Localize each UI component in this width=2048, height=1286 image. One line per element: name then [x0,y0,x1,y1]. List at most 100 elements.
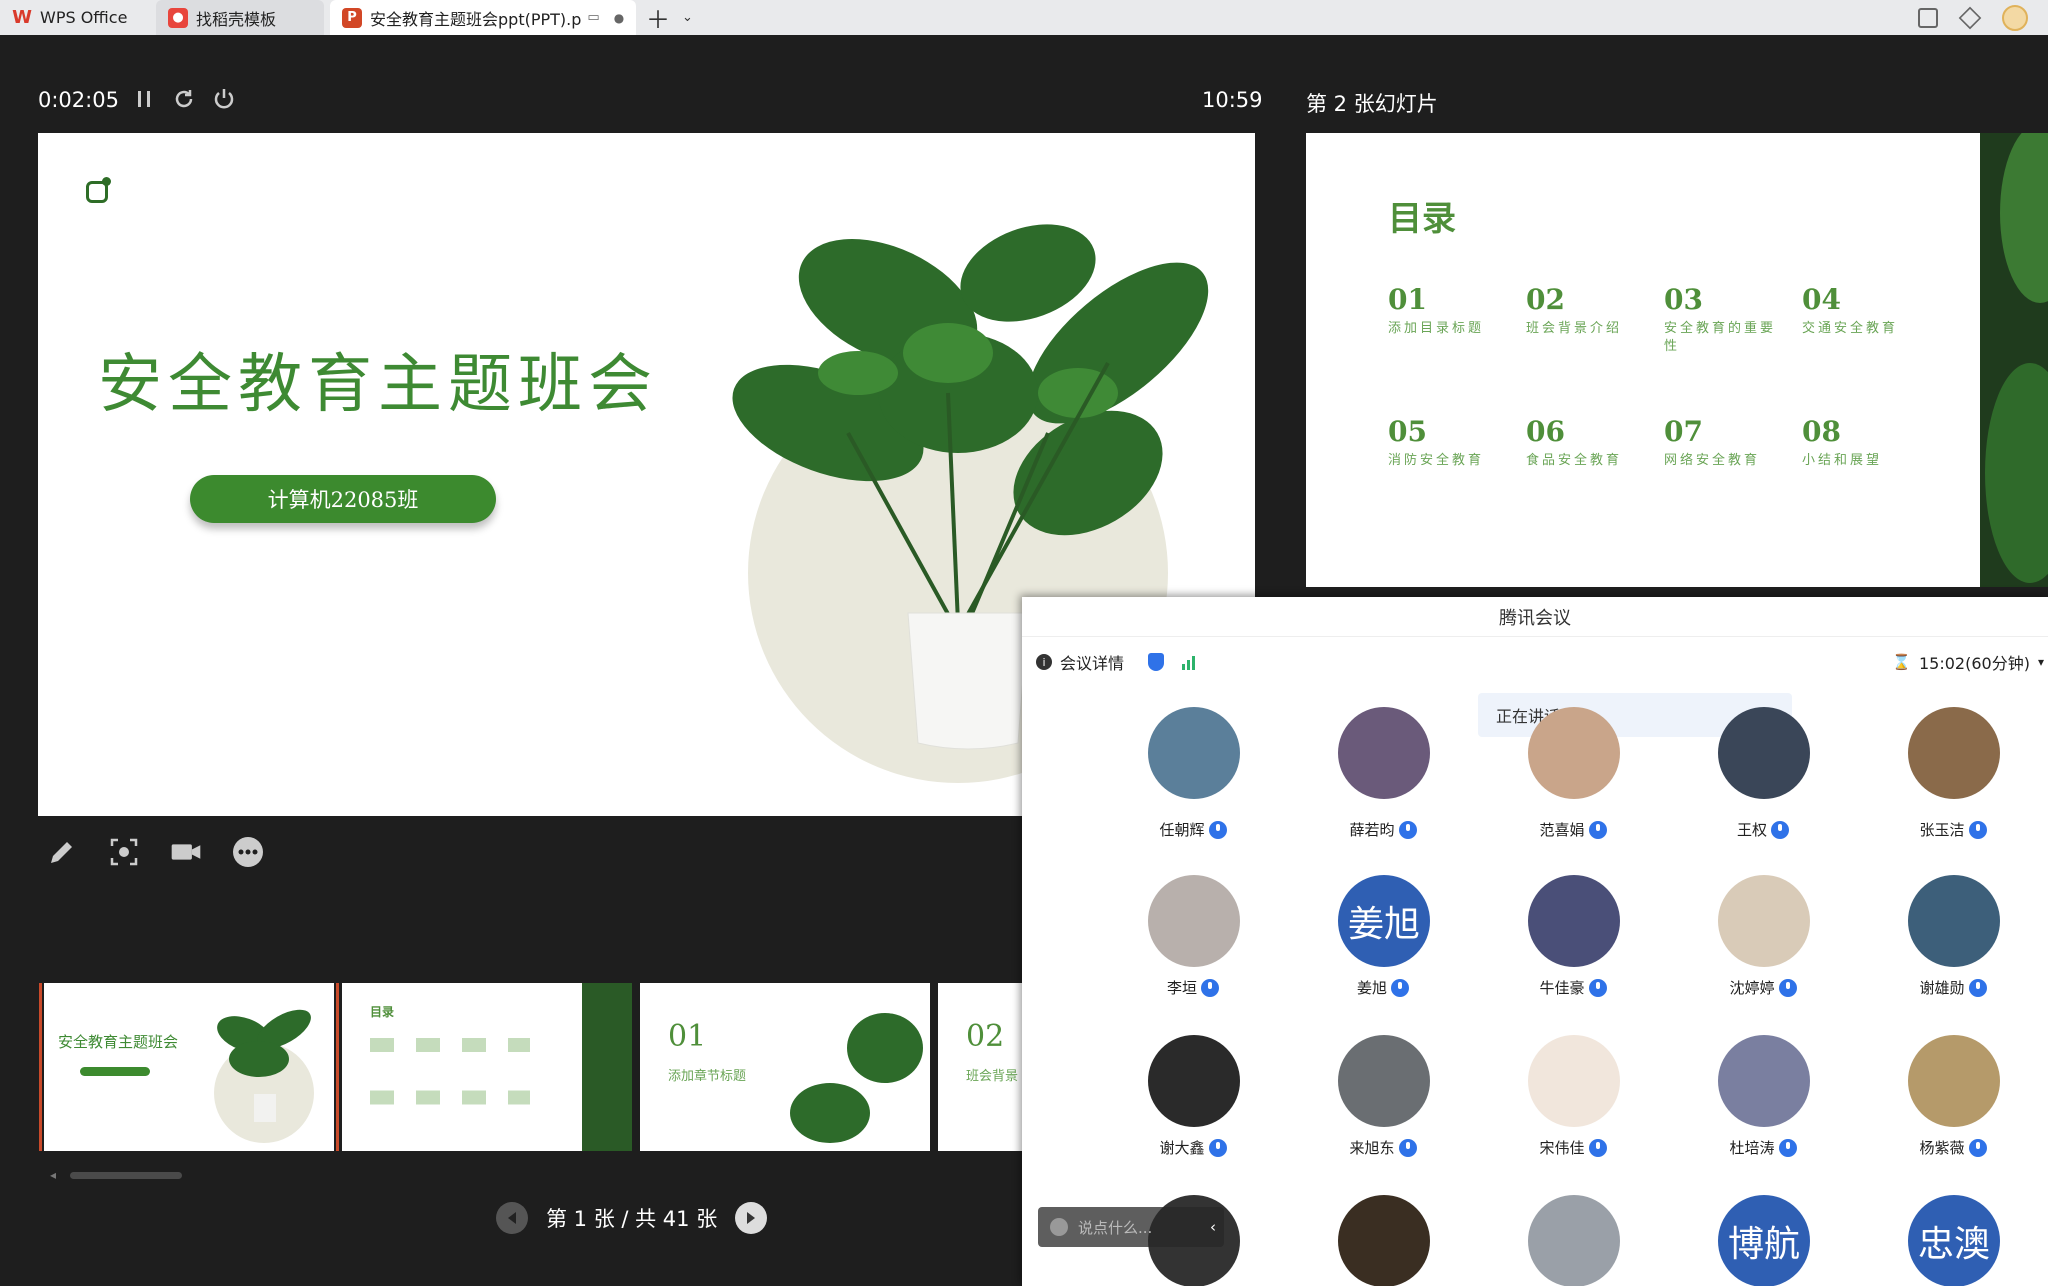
toc-num: 08 [1802,415,1841,448]
mic-icon [1968,1138,1987,1157]
toc-item: 04 交通安全教育 [1802,283,1922,338]
thumb-monstera-image [790,1013,923,1143]
toc-num: 07 [1664,415,1703,448]
participant-tile[interactable]: 杨紫薇 [1878,1035,2028,1157]
class-pill: 计算机22085班 [190,475,496,523]
participant-tile[interactable]: 张玉洁 [1878,707,2028,867]
thumb-title: 目录 [370,1005,395,1019]
tab-label: WPS Office [40,8,128,27]
toc-num: 01 [1388,283,1427,316]
toc-item: 06 食品安全教育 [1526,415,1646,470]
collapse-chat-icon[interactable]: ‹ [1210,1218,1216,1236]
meeting-toolbar: i 会议详情 ⌛ 15:02(60分钟) ▾ [1022,637,2048,687]
name-text: 牛佳豪 [1539,979,1585,997]
hourglass-icon: ⌛ [1892,653,1911,671]
shield-icon[interactable] [1148,653,1165,671]
participant-tile[interactable]: 宋伟佳 [1498,1035,1648,1157]
power-icon[interactable] [212,86,236,112]
name-text: 姜旭 [1356,979,1387,997]
participant-tile[interactable]: 忠澳 [1878,1195,2028,1286]
thumbnail-scrollbar[interactable] [70,1172,182,1179]
name-text: 杨紫薇 [1919,1139,1965,1157]
chevron-down-icon[interactable]: ⌄ [682,10,693,25]
participant-tile[interactable]: 薛若昀 [1308,707,1458,867]
thumbnail-slide-3[interactable]: 01 添加章节标题 [640,983,930,1151]
participant-tile[interactable]: 来旭东 [1308,1035,1458,1157]
avatar [1908,875,2000,967]
avatar [1718,707,1810,799]
mic-icon [1398,820,1417,839]
participant-tile[interactable]: 王权 [1688,707,1838,867]
participant-tile[interactable]: 博航 [1688,1195,1838,1286]
participant-tile[interactable]: 谢大鑫 [1118,1035,1268,1157]
duration-label: 15:02(60分钟) [1919,654,2030,673]
participant-tile[interactable]: 姜旭 姜旭 [1308,875,1458,997]
signal-icon[interactable] [1182,654,1196,670]
presenter-view: W WPS Office ● 找稻壳模板 P 安全教育主题班会ppt(PPT).… [0,0,2048,1286]
avatar[interactable] [2002,4,2028,31]
toc-item: 07 网络安全教育 [1664,415,1784,470]
page-navigation: 第 1 张 / 共 41 张 [496,1202,768,1234]
avatar-text: 姜旭 [1347,904,1420,945]
participant-tile[interactable] [1308,1195,1458,1286]
participant-tile[interactable]: 李垣 [1118,875,1268,997]
presenter-tools [46,836,264,868]
scroll-left-icon[interactable]: ◂ [50,1168,56,1182]
mic-icon [1208,1138,1227,1157]
participant-tile[interactable]: 任朝辉 [1118,707,1268,867]
tab-ppt-file[interactable]: P 安全教育主题班会ppt(PPT).p ▭ ● [330,0,636,35]
toc-text: 安全教育的重要性 [1664,321,1777,354]
participant-name: 杜培涛 [1688,1137,1838,1158]
pause-icon[interactable] [132,86,156,112]
avatar [1718,875,1810,967]
next-slide-icon[interactable] [735,1202,768,1234]
name-text: 任朝辉 [1159,821,1205,839]
previous-slide-icon[interactable] [496,1202,528,1234]
participant-name: 沈婷婷 [1688,977,1838,998]
avatar [1338,1035,1430,1127]
tab-label: 安全教育主题班会ppt(PPT).p [370,9,582,29]
tencent-meeting-window: 腾讯会议 i 会议详情 ⌛ 15:02(60分钟) ▾ 正在讲话: 任朝辉 薛若… [1022,597,2048,1286]
mic-icon [1588,820,1607,839]
name-text: 张玉洁 [1919,821,1965,839]
camera-icon[interactable] [170,836,202,868]
avatar [1148,1035,1240,1127]
restart-icon[interactable] [172,86,196,112]
emoji-icon[interactable] [1050,1218,1068,1236]
toc-num: 02 [1526,283,1565,316]
tab-wps-office[interactable]: W WPS Office [0,0,150,35]
participant-tile[interactable]: 谢雄勋 [1878,875,2028,997]
participant-tile[interactable]: 杜培涛 [1688,1035,1838,1158]
toc-text: 交通安全教育 [1802,321,1899,336]
pen-icon[interactable] [46,836,78,868]
avatar [1528,875,1620,967]
toc-text: 食品安全教育 [1526,453,1623,468]
new-tab-button[interactable]: ＋ ⌄ [646,0,693,35]
thumbnail-slide-1[interactable]: 安全教育主题班会 [39,983,339,1151]
chat-input[interactable]: 说点什么... ‹ [1038,1207,1224,1247]
avatar [1718,1035,1810,1127]
participant-tile[interactable]: 沈婷婷 [1688,875,1838,998]
toc-num: 05 [1388,415,1427,448]
tab-docer[interactable]: ● 找稻壳模板 [156,0,324,35]
screenshot-icon[interactable] [108,836,140,868]
toc-num: 03 [1664,283,1703,316]
thumbnail-slide-2[interactable]: 目录 [342,983,632,1151]
cube-icon[interactable] [1958,6,1982,29]
toc-num: 04 [1802,283,1841,316]
avatar [1528,1195,1620,1286]
meeting-details-button[interactable]: i 会议详情 [1036,650,1196,674]
toc-item: 05 消防安全教育 [1388,415,1508,470]
avatar: 忠澳 [1908,1195,2000,1286]
elapsed-timer: 0:02:05 [38,88,119,112]
participant-tile[interactable]: 范喜娟 [1498,707,1648,867]
participant-tile[interactable]: 牛佳豪 [1498,875,1648,997]
restore-window-icon[interactable] [1918,7,1938,28]
thumb-toc-lines [370,1038,530,1105]
more-options-icon[interactable] [232,836,264,868]
mic-icon [1391,978,1409,997]
chevron-down-icon[interactable]: ▾ [2038,655,2044,669]
toc-text: 添加目录标题 [1388,321,1485,336]
thumbnail-slide-4[interactable]: 02 班会背景 [938,983,1022,1151]
participant-tile[interactable] [1498,1195,1648,1286]
